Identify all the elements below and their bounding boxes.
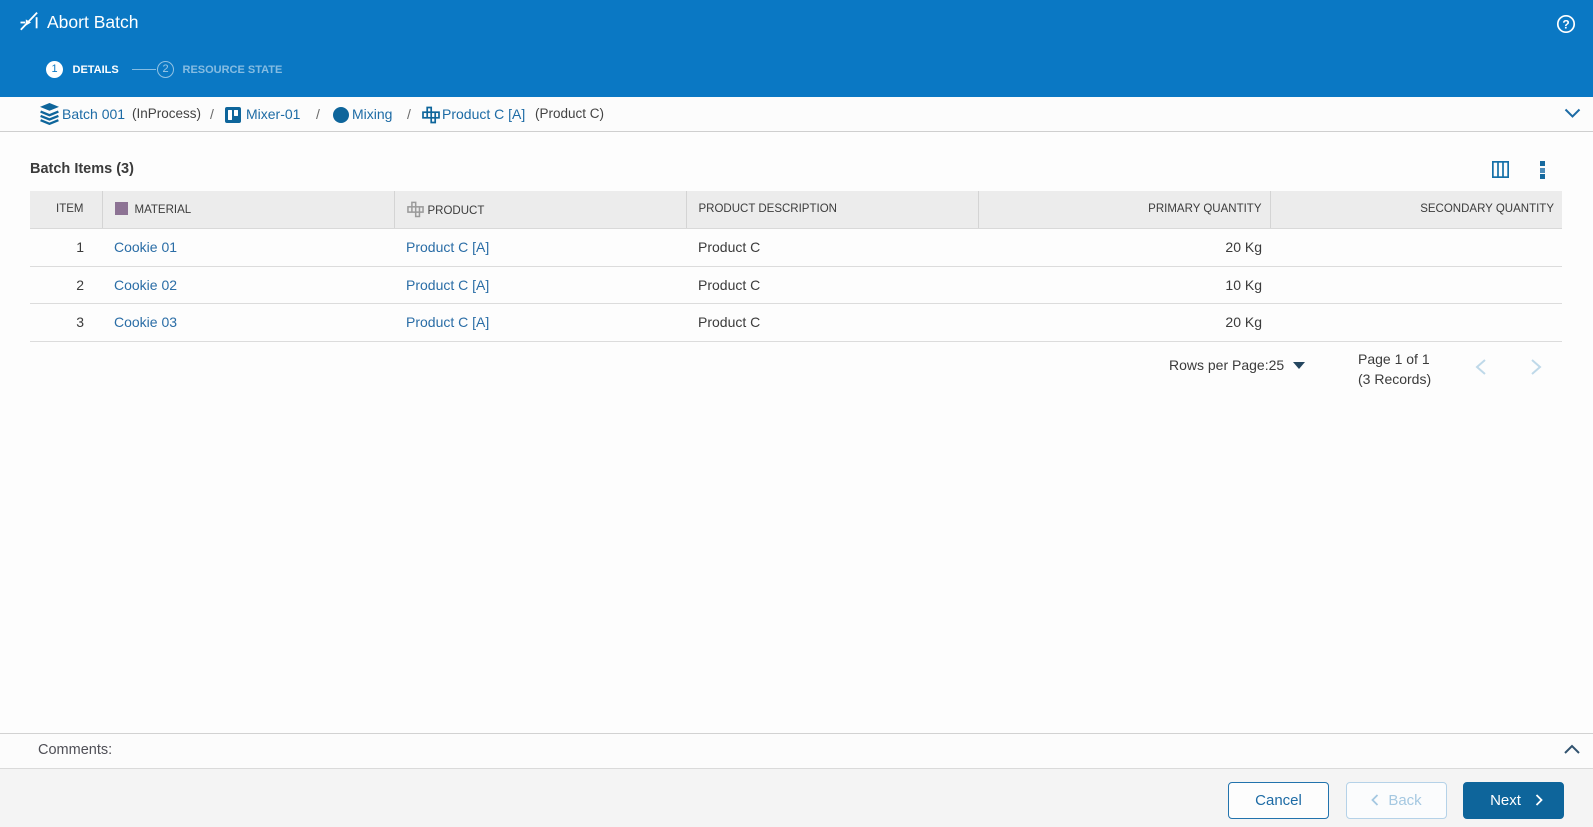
svg-text:?: ? [1562, 17, 1569, 31]
